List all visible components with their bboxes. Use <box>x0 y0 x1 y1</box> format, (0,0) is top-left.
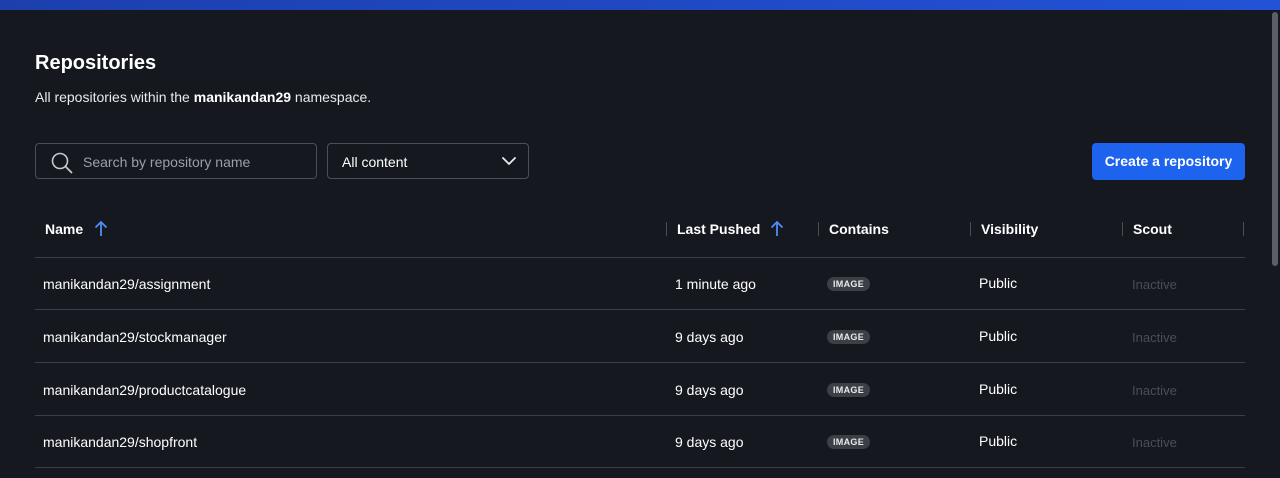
scout-status: Inactive <box>1132 383 1177 398</box>
subtitle-suffix: namespace. <box>294 89 372 105</box>
scout-status: Inactive <box>1132 435 1177 450</box>
search-box[interactable] <box>35 143 317 180</box>
table-header-divider <box>35 257 1245 258</box>
repository-name-link[interactable]: manikandan29/shopfront <box>43 434 197 450</box>
last-pushed: 1 minute ago <box>675 276 756 292</box>
visibility: Public <box>979 381 1018 397</box>
column-separator <box>818 222 819 236</box>
repository-name-link[interactable]: manikandan29/productcatalogue <box>43 382 246 398</box>
last-pushed: 9 days ago <box>675 434 744 450</box>
contains-badge: IMAGE <box>827 330 871 344</box>
row-divider <box>35 415 1245 416</box>
chevron-down-icon <box>502 157 516 165</box>
last-pushed: 9 days ago <box>675 382 744 398</box>
create-repository-button[interactable]: Create a repository <box>1092 143 1245 180</box>
column-header-name[interactable]: Name <box>45 221 83 237</box>
sort-ascending-icon[interactable] <box>770 220 784 237</box>
content-filter-select[interactable]: All content <box>327 143 529 179</box>
content-filter-value: All content <box>342 154 408 170</box>
scout-status: Inactive <box>1132 330 1177 345</box>
row-divider <box>35 467 1245 468</box>
page-subtitle: All repositories within the manikandan29… <box>35 89 371 105</box>
search-input[interactable] <box>81 144 310 180</box>
row-divider <box>35 309 1245 310</box>
page-title: Repositories <box>35 52 157 74</box>
column-header-last-pushed[interactable]: Last Pushed <box>677 221 760 237</box>
column-header-visibility[interactable]: Visibility <box>981 221 1038 237</box>
contains-badge: IMAGE <box>827 435 871 449</box>
scout-status: Inactive <box>1132 277 1177 292</box>
contains-badge: IMAGE <box>827 277 871 291</box>
repository-name-link[interactable]: manikandan29/stockmanager <box>43 329 227 345</box>
visibility: Public <box>979 328 1018 344</box>
contains-badge: IMAGE <box>827 383 871 397</box>
scrollbar-thumb[interactable] <box>1272 12 1278 266</box>
column-separator <box>666 222 667 236</box>
visibility: Public <box>979 433 1018 449</box>
visibility: Public <box>979 275 1018 291</box>
column-separator <box>1122 222 1123 236</box>
sort-ascending-icon[interactable] <box>94 220 108 237</box>
last-pushed: 9 days ago <box>675 329 744 345</box>
namespace-name: manikandan29 <box>193 89 292 105</box>
top-accent-bar <box>0 0 1280 10</box>
column-separator <box>970 222 971 236</box>
column-header-contains[interactable]: Contains <box>829 221 889 237</box>
subtitle-prefix: All repositories within the <box>35 89 190 105</box>
column-header-scout[interactable]: Scout <box>1133 221 1172 237</box>
row-divider <box>35 362 1245 363</box>
column-separator <box>1243 222 1244 236</box>
repository-name-link[interactable]: manikandan29/assignment <box>43 276 210 292</box>
search-icon <box>51 152 73 174</box>
